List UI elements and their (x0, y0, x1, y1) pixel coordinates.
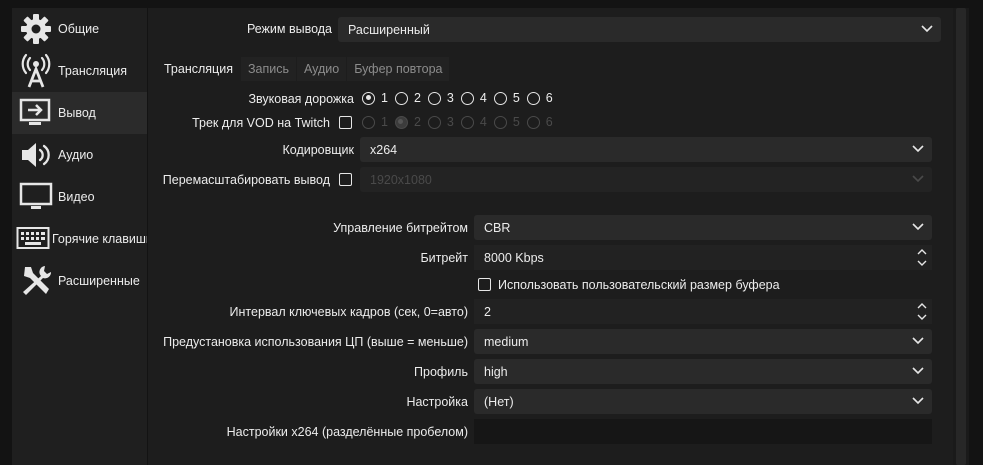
sidebar-item-label: Аудио (58, 148, 94, 162)
output-mode-select[interactable]: Расширенный (338, 17, 941, 42)
audio-track-label: Звуковая дорожка (248, 92, 355, 106)
gear-icon (16, 9, 56, 49)
audio-track-radio-2[interactable]: 2 (394, 91, 421, 105)
spin-arrows-icon[interactable] (916, 300, 928, 323)
chevron-down-icon (912, 337, 924, 345)
keyboard-icon (16, 219, 50, 259)
vertical-scrollbar[interactable] (953, 8, 969, 465)
encoder-select[interactable]: x264 (360, 137, 932, 162)
vod-track-radio-3: 3 (427, 115, 454, 129)
vod-track-radio-2: 2 (394, 115, 421, 129)
custom-buffer-checkbox[interactable] (478, 278, 491, 291)
vod-track-radio-4: 4 (460, 115, 487, 129)
monitor-icon (16, 177, 56, 217)
sidebar-item-label: Вывод (58, 106, 96, 120)
rescale-resolution-select: 1920x1080 (360, 167, 932, 192)
chevron-down-icon (912, 175, 924, 183)
sidebar-item-audio[interactable]: Аудио (12, 134, 147, 176)
rescale-checkbox[interactable] (339, 173, 352, 186)
sidebar-item-label: Общие (58, 22, 100, 36)
keyframe-interval-label: Интервал ключевых кадров (сек, 0=авто) (229, 305, 468, 319)
cpu-preset-select[interactable]: medium (474, 329, 932, 354)
audio-track-radio-6[interactable]: 6 (526, 91, 553, 105)
audio-track-radio-5[interactable]: 5 (493, 91, 520, 105)
chevron-down-icon (921, 25, 933, 33)
chevron-down-icon (912, 397, 924, 405)
tab-recording[interactable]: Запись (240, 57, 296, 81)
sidebar-item-label: Горячие клавиши (52, 232, 147, 246)
rescale-value: 1920x1080 (370, 172, 432, 187)
profile-value: high (484, 364, 508, 379)
tools-icon (16, 261, 56, 301)
custom-buffer-label: Использовать пользовательский размер буф… (498, 278, 780, 292)
vod-track-radio-5: 5 (493, 115, 520, 129)
sidebar-item-label: Расширенные (58, 274, 140, 288)
chevron-down-icon (912, 367, 924, 375)
keyframe-value: 2 (484, 304, 491, 319)
sidebar-item-video[interactable]: Видео (12, 176, 147, 218)
cpu-preset-value: medium (484, 334, 529, 349)
encoder-value: x264 (370, 142, 398, 157)
vod-track-checkbox[interactable] (339, 116, 352, 129)
output-mode-value: Расширенный (348, 22, 430, 37)
bitrate-label: Битрейт (420, 251, 468, 265)
bitrate-spinbox[interactable]: 8000 Kbps (474, 245, 932, 270)
bitrate-value: 8000 Kbps (484, 250, 544, 265)
tab-replay-buffer[interactable]: Буфер повтора (347, 57, 450, 81)
tune-select[interactable]: (Нет) (474, 389, 932, 414)
speaker-icon (16, 135, 56, 175)
sidebar-item-output[interactable]: Вывод (12, 92, 147, 134)
audio-track-radio-1[interactable]: 1 (362, 91, 388, 105)
tune-value: (Нет) (484, 394, 514, 409)
sidebar-item-label: Трансляция (58, 64, 127, 78)
keyframe-interval-spinbox[interactable]: 2 (474, 299, 932, 324)
rate-control-value: CBR (484, 220, 511, 235)
cpu-preset-label: Предустановка использования ЦП (выше = м… (163, 335, 468, 349)
tab-stream[interactable]: Трансляция (157, 57, 240, 81)
encoder-label: Кодировщик (282, 143, 354, 157)
x264-options-input[interactable] (474, 419, 932, 444)
sidebar-item-hotkeys[interactable]: Горячие клавиши (12, 218, 147, 260)
vod-track-radio-group: 1 2 3 4 5 6 (362, 115, 560, 129)
vod-track-radio-1: 1 (362, 115, 388, 129)
vod-track-radio-6: 6 (526, 115, 553, 129)
output-icon (16, 93, 56, 133)
rescale-label: Перемасштабировать вывод (162, 173, 330, 187)
sidebar-item-advanced[interactable]: Расширенные (12, 260, 147, 302)
chevron-down-icon (912, 223, 924, 231)
audio-track-radio-4[interactable]: 4 (460, 91, 487, 105)
settings-sidebar: Общие Трансляция Вывод Аудио Видео Горяч… (12, 8, 147, 465)
spin-arrows-icon[interactable] (916, 246, 928, 269)
sidebar-item-stream[interactable]: Трансляция (12, 50, 147, 92)
vod-track-label: Трек для VOD на Twitch (192, 116, 330, 130)
tune-label: Настройка (406, 395, 468, 409)
output-tabs: Трансляция Запись Аудио Буфер повтора (157, 57, 450, 81)
profile-label: Профиль (414, 365, 468, 379)
sidebar-item-general[interactable]: Общие (12, 8, 147, 50)
x264-options-label: Настройки x264 (разделённые пробелом) (226, 425, 468, 439)
scrollbar-thumb[interactable] (956, 8, 966, 465)
audio-track-radio-3[interactable]: 3 (427, 91, 454, 105)
chevron-down-icon (912, 145, 924, 153)
rate-control-select[interactable]: CBR (474, 215, 932, 240)
audio-track-radio-group: 1 2 3 4 5 6 (362, 91, 560, 105)
broadcast-icon (16, 51, 56, 91)
rate-control-label: Управление битрейтом (333, 221, 468, 235)
profile-select[interactable]: high (474, 359, 932, 384)
output-mode-label: Режим вывода (246, 22, 332, 36)
sidebar-item-label: Видео (58, 190, 95, 204)
tab-audio[interactable]: Аудио (296, 57, 347, 81)
